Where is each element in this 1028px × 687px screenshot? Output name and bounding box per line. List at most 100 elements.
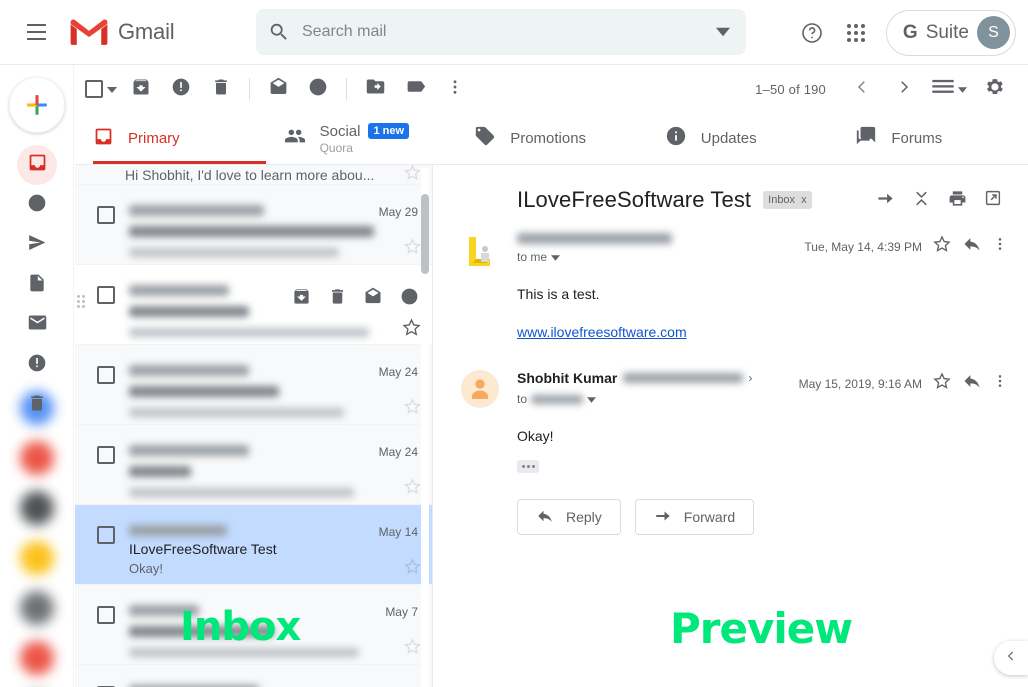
search-icon[interactable]: [256, 9, 302, 55]
reply-button[interactable]: Reply: [517, 499, 621, 535]
chevron-down-icon[interactable]: [551, 248, 561, 266]
list-item-checkbox[interactable]: [97, 366, 115, 384]
sidebar-item-all-mail[interactable]: [0, 305, 74, 345]
mark-as-read-icon[interactable]: [358, 281, 388, 311]
close-icon[interactable]: x: [801, 194, 807, 206]
checkbox-icon[interactable]: [85, 80, 103, 98]
more-vertical-icon[interactable]: [992, 236, 1008, 257]
star-outline-icon[interactable]: [403, 477, 422, 501]
snooze-clock-icon[interactable]: [394, 281, 424, 311]
chevron-down-icon[interactable]: [587, 390, 597, 408]
sidebar-item-drafts[interactable]: [0, 265, 74, 305]
account-gsuite-badge[interactable]: G Suite S: [885, 9, 1016, 56]
sender-separator: ›: [748, 371, 753, 385]
sidebar-item-inbox[interactable]: [0, 145, 74, 185]
list-item[interactable]: [75, 265, 432, 345]
contact-avatar[interactable]: [0, 483, 74, 533]
star-outline-icon[interactable]: [403, 165, 422, 184]
scrollbar-thumb[interactable]: [421, 194, 429, 274]
move-to-button[interactable]: [355, 69, 395, 109]
delete-button[interactable]: [201, 69, 241, 109]
recipient-row[interactable]: to me: [517, 248, 804, 266]
avatar[interactable]: [461, 370, 499, 408]
contact-avatar[interactable]: [0, 633, 74, 683]
star-outline-icon[interactable]: [932, 371, 952, 396]
search-options-icon[interactable]: [700, 9, 746, 55]
help-icon[interactable]: [792, 13, 832, 53]
snooze-button[interactable]: [298, 69, 338, 109]
archive-icon[interactable]: [286, 281, 316, 311]
tab-forums[interactable]: Forums: [837, 113, 1028, 164]
tab-social[interactable]: Social 1 new Quora: [266, 113, 457, 164]
list-item-content: ILoveFreeSoftware Test Okay!: [115, 505, 420, 576]
list-item[interactable]: Apr 30: [75, 665, 432, 687]
main-menu-icon[interactable]: [14, 10, 58, 54]
star-outline-icon[interactable]: [403, 237, 422, 261]
reply-arrow-icon[interactable]: [962, 371, 982, 396]
settings-button[interactable]: [974, 69, 1014, 109]
list-item-checkbox[interactable]: [97, 526, 115, 544]
list-item[interactable]: Hi Shobhit, I'd love to learn more abou.…: [75, 165, 432, 185]
list-item[interactable]: May 24: [75, 345, 432, 425]
select-all-caret-icon[interactable]: [107, 80, 117, 98]
side-panel-expand-button[interactable]: [994, 641, 1028, 675]
compose-button[interactable]: [9, 77, 65, 133]
collapse-all-icon[interactable]: [906, 183, 936, 213]
contact-avatar[interactable]: [0, 583, 74, 633]
star-outline-icon[interactable]: [401, 317, 422, 343]
apps-grid-icon[interactable]: [836, 13, 876, 53]
select-all-checkbox[interactable]: [85, 80, 121, 98]
list-item-selected[interactable]: ILoveFreeSoftware Test Okay! May 14: [75, 505, 432, 585]
more-vertical-icon[interactable]: [992, 373, 1008, 394]
search-input[interactable]: [302, 10, 700, 54]
star-outline-icon[interactable]: [403, 557, 422, 581]
list-item-checkbox[interactable]: [97, 286, 115, 304]
print-icon[interactable]: [942, 183, 972, 213]
gmail-brand[interactable]: Gmail: [68, 14, 175, 51]
reply-arrow-icon[interactable]: [962, 234, 982, 259]
contact-avatar[interactable]: [0, 683, 74, 687]
list-item[interactable]: May 24: [75, 425, 432, 505]
message-link[interactable]: www.ilovefreesoftware.com: [517, 324, 687, 340]
mark-as-read-button[interactable]: [258, 69, 298, 109]
prev-page-button[interactable]: [842, 69, 882, 109]
list-item[interactable]: May 29: [75, 185, 432, 265]
toolbar-divider: [346, 78, 347, 100]
forward-button[interactable]: Forward: [634, 499, 755, 535]
tab-promotions[interactable]: Promotions: [456, 113, 647, 164]
show-trimmed-content-button[interactable]: [517, 460, 539, 473]
list-item[interactable]: May 7: [75, 585, 432, 665]
star-outline-icon[interactable]: [403, 397, 422, 421]
next-page-button[interactable]: [884, 69, 924, 109]
recipient-row[interactable]: to: [517, 390, 799, 408]
avatar[interactable]: S: [977, 16, 1010, 49]
search-bar[interactable]: [256, 9, 746, 55]
sidebar-item-sent[interactable]: [0, 225, 74, 265]
status-badge[interactable]: Inbox x: [763, 191, 812, 209]
mail-list[interactable]: Hi Shobhit, I'd love to learn more abou.…: [75, 165, 432, 687]
report-spam-button[interactable]: [161, 69, 201, 109]
star-outline-icon[interactable]: [932, 234, 952, 259]
tab-primary[interactable]: Primary: [75, 113, 266, 164]
sidebar-item-snoozed[interactable]: [0, 185, 74, 225]
labels-button[interactable]: [395, 69, 435, 109]
list-item-checkbox[interactable]: [97, 446, 115, 464]
display-density-button[interactable]: [926, 69, 972, 109]
tab-updates[interactable]: Updates: [647, 113, 838, 164]
more-options-button[interactable]: [435, 69, 475, 109]
avatar[interactable]: [461, 233, 499, 271]
sidebar-item-spam[interactable]: [0, 345, 74, 385]
archive-button[interactable]: [121, 69, 161, 109]
list-item-checkbox[interactable]: [97, 206, 115, 224]
star-outline-icon[interactable]: [403, 637, 422, 661]
list-item-checkbox[interactable]: [97, 606, 115, 624]
mail-list-scrollbar[interactable]: [421, 168, 429, 687]
move-to-inbox-arrow-icon[interactable]: [870, 183, 900, 213]
open-in-new-window-icon[interactable]: [978, 183, 1008, 213]
contact-avatar[interactable]: [0, 533, 74, 583]
inbox-icon: [27, 152, 48, 178]
trash-icon[interactable]: [322, 281, 352, 311]
contact-avatar[interactable]: [0, 433, 74, 483]
drag-handle-icon[interactable]: [77, 295, 85, 308]
page-title: ILoveFreeSoftware Test: [517, 187, 752, 212]
